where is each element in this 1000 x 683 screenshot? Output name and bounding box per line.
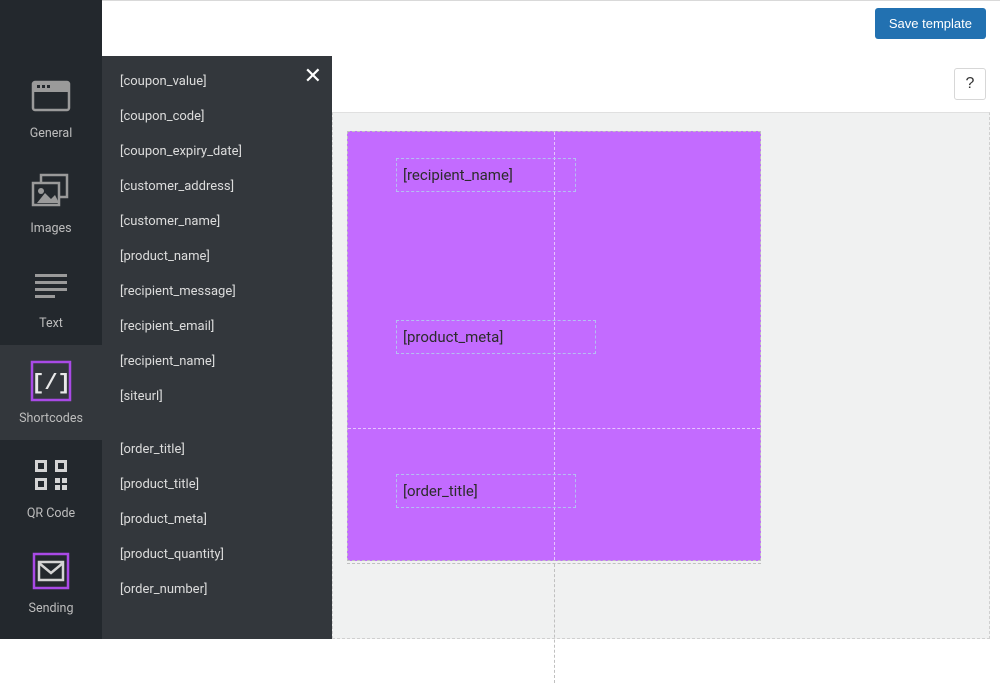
sidebar-item-label: Images xyxy=(30,221,71,236)
shortcode-option[interactable]: [coupon_expiry_date] xyxy=(102,134,332,169)
sidebar: General Images Text [/ xyxy=(0,0,102,639)
sidebar-item-text[interactable]: Text xyxy=(0,250,102,345)
grid-divider xyxy=(348,428,760,429)
help-button[interactable]: ? xyxy=(954,68,986,100)
shortcode-icon: [/] xyxy=(29,359,73,403)
shortcode-option[interactable]: [order_title] xyxy=(102,432,332,467)
sidebar-item-sending[interactable]: Sending xyxy=(0,535,102,630)
shortcode-option[interactable]: [siteurl] xyxy=(102,379,332,414)
sidebar-item-label: Sending xyxy=(29,601,74,616)
shortcode-option[interactable]: [recipient_email] xyxy=(102,309,332,344)
close-icon[interactable]: ✕ xyxy=(304,66,322,88)
shortcode-option[interactable]: [coupon_value] xyxy=(102,64,332,99)
template-canvas[interactable]: [recipient_name] [product_meta] [order_t… xyxy=(332,112,990,639)
svg-text:[/]: [/] xyxy=(31,371,71,396)
sidebar-item-images[interactable]: Images xyxy=(0,155,102,250)
shortcode-option[interactable]: [coupon_code] xyxy=(102,99,332,134)
shortcode-option[interactable]: [recipient_name] xyxy=(102,344,332,379)
shortcodes-panel: ✕ [coupon_value] [coupon_code] [coupon_e… xyxy=(102,56,332,639)
qrcode-icon xyxy=(29,454,73,498)
sidebar-item-qrcode[interactable]: QR Code xyxy=(0,440,102,535)
topbar: Save template xyxy=(0,0,1000,46)
sidebar-item-label: Text xyxy=(39,316,63,331)
save-template-button[interactable]: Save template xyxy=(875,8,986,39)
sidebar-item-label: General xyxy=(30,126,73,141)
sidebar-item-general[interactable]: General xyxy=(0,60,102,155)
window-icon xyxy=(29,74,73,118)
list-divider xyxy=(102,414,332,432)
sidebar-item-shortcodes[interactable]: [/] Shortcodes xyxy=(0,345,102,440)
shortcode-option[interactable]: [order_number] xyxy=(102,572,332,607)
shortcode-option[interactable]: [customer_address] xyxy=(102,169,332,204)
shortcode-option[interactable]: [product_meta] xyxy=(102,502,332,537)
shortcode-option[interactable]: [recipient_message] xyxy=(102,274,332,309)
shortcodes-list: [coupon_value] [coupon_code] [coupon_exp… xyxy=(102,64,332,607)
shortcode-option[interactable]: [product_quantity] xyxy=(102,537,332,572)
canvas-field-product-meta[interactable]: [product_meta] xyxy=(396,320,596,354)
shortcode-option[interactable]: [customer_name] xyxy=(102,204,332,239)
template-card[interactable]: [recipient_name] [product_meta] [order_t… xyxy=(347,131,761,561)
canvas-field-order-title[interactable]: [order_title] xyxy=(396,474,576,508)
mail-icon xyxy=(29,549,73,593)
sidebar-item-label: Shortcodes xyxy=(19,411,83,426)
shortcode-option[interactable]: [product_name] xyxy=(102,239,332,274)
template-grid-bottom xyxy=(347,563,761,683)
help-icon: ? xyxy=(966,75,975,93)
text-lines-icon xyxy=(29,264,73,308)
sidebar-item-label: QR Code xyxy=(27,506,75,521)
shortcode-option[interactable]: [product_title] xyxy=(102,467,332,502)
canvas-field-recipient-name[interactable]: [recipient_name] xyxy=(396,158,576,192)
images-icon xyxy=(29,169,73,213)
